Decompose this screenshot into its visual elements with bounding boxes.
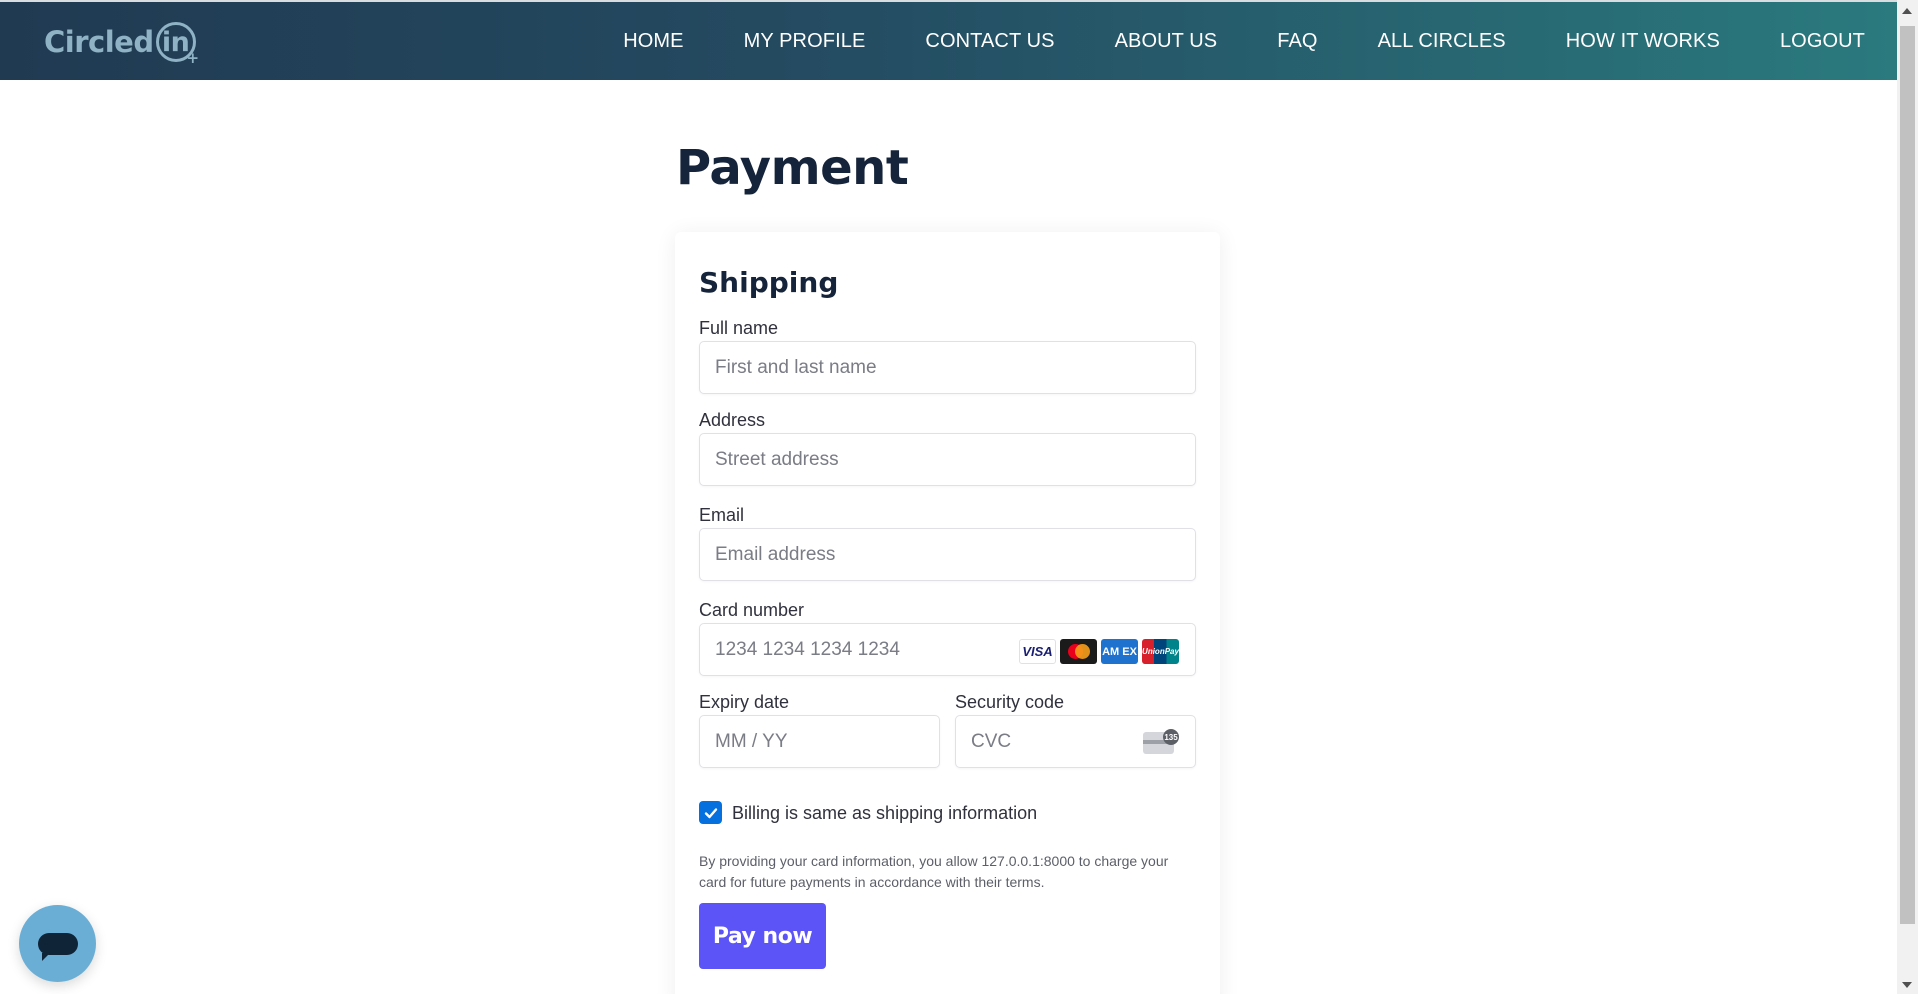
shipping-section-title: Shipping	[699, 266, 839, 299]
scroll-up-arrow-icon[interactable]	[1902, 8, 1912, 14]
visa-icon: VISA	[1019, 639, 1056, 664]
nav-about-us[interactable]: ABOUT US	[1115, 30, 1218, 53]
address-label: Address	[699, 410, 766, 430]
scrollbar-thumb[interactable]	[1900, 26, 1915, 924]
security-code-label: Security code	[955, 692, 1065, 712]
mastercard-icon	[1060, 639, 1097, 664]
nav-home[interactable]: HOME	[623, 30, 683, 53]
billing-same-checkbox[interactable]	[699, 801, 722, 824]
vertical-scrollbar[interactable]	[1897, 0, 1918, 994]
nav-my-profile[interactable]: MY PROFILE	[744, 30, 866, 53]
expiry-input[interactable]	[715, 730, 939, 753]
checkmark-icon	[704, 807, 717, 818]
card-number-field-wrapper: VISA AM EX UnionPay	[699, 623, 1196, 676]
card-brands: VISA AM EX UnionPay	[1019, 639, 1179, 664]
nav-contact-us[interactable]: CONTACT US	[925, 30, 1054, 53]
billing-same-label[interactable]: Billing is same as shipping information	[732, 803, 1037, 824]
email-input[interactable]	[715, 543, 1195, 566]
brand-plus: +	[186, 49, 200, 67]
cvc-badge: 135	[1163, 729, 1179, 745]
full-name-label: Full name	[699, 318, 779, 338]
page-title: Payment	[676, 140, 909, 196]
scroll-down-arrow-icon[interactable]	[1902, 982, 1912, 988]
nav-faq[interactable]: FAQ	[1277, 30, 1317, 53]
chat-widget-button[interactable]	[19, 905, 96, 982]
unionpay-icon: UnionPay	[1142, 639, 1179, 664]
card-number-label: Card number	[699, 600, 805, 620]
chat-icon	[37, 932, 78, 961]
viewport: Circled in + HOME MY PROFILE CONTACT US …	[0, 0, 1918, 994]
expiry-label: Expiry date	[699, 692, 790, 712]
address-field-wrapper	[699, 433, 1196, 486]
email-label: Email	[699, 505, 745, 525]
expiry-field-wrapper	[699, 715, 940, 768]
security-code-field-wrapper: 135	[955, 715, 1196, 768]
amex-icon: AM EX	[1101, 639, 1138, 664]
terms-text: By providing your card information, you …	[699, 853, 1169, 890]
navbar: Circled in + HOME MY PROFILE CONTACT US …	[0, 2, 1897, 80]
security-code-input[interactable]	[971, 730, 1121, 753]
payment-card: Shipping Full name Address Email Card nu…	[675, 232, 1220, 994]
brand-logo[interactable]: Circled in +	[44, 20, 199, 66]
brand-in-badge: in +	[155, 22, 199, 66]
nav-all-circles[interactable]: ALL CIRCLES	[1378, 30, 1506, 53]
card-number-input[interactable]	[715, 638, 1015, 661]
brand-name: Circled	[44, 25, 154, 59]
nav-logout[interactable]: LOGOUT	[1780, 30, 1865, 53]
main-nav: HOME MY PROFILE CONTACT US ABOUT US FAQ …	[563, 2, 1865, 80]
brand-name-suffix: in	[161, 26, 190, 58]
email-field-wrapper	[699, 528, 1196, 581]
full-name-input[interactable]	[715, 356, 1195, 379]
full-name-field-wrapper	[699, 341, 1196, 394]
address-input[interactable]	[715, 448, 1195, 471]
cvc-card-icon: 135	[1143, 729, 1179, 755]
pay-now-button[interactable]: Pay now	[699, 903, 826, 969]
nav-how-it-works[interactable]: HOW IT WORKS	[1566, 30, 1720, 53]
